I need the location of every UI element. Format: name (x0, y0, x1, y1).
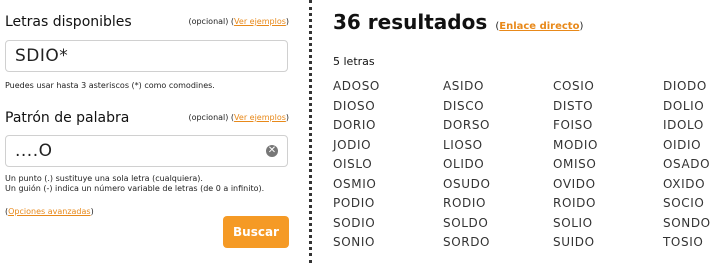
result-word[interactable]: SODIO (333, 216, 443, 236)
result-word[interactable]: OMISO (553, 157, 663, 177)
result-word[interactable]: SOCIO (663, 196, 720, 216)
result-word[interactable]: ADOSO (333, 79, 443, 99)
results-panel: 36 resultados (Enlace directo) 5 letras … (333, 0, 720, 263)
result-word[interactable]: DORIO (333, 118, 443, 138)
clear-icon[interactable]: ✕ (266, 145, 278, 157)
result-word[interactable]: COSIO (553, 79, 663, 99)
result-word[interactable]: DIOSO (333, 99, 443, 119)
divider (309, 0, 312, 263)
result-word[interactable]: RODIO (443, 196, 553, 216)
result-word[interactable]: SORDO (443, 235, 553, 255)
result-word[interactable]: DORSO (443, 118, 553, 138)
result-word[interactable]: OSMIO (333, 177, 443, 197)
result-word[interactable]: OVIDO (553, 177, 663, 197)
result-word[interactable]: SOLIO (553, 216, 663, 236)
result-word[interactable]: ROIDO (553, 196, 663, 216)
letters-optional: (opcional) (Ver ejemplos) (188, 17, 289, 26)
letters-help: Puedes usar hasta 3 asteriscos (*) como … (5, 81, 215, 90)
result-word[interactable]: MODIO (553, 138, 663, 158)
letters-input-value: SDIO* (15, 46, 69, 66)
result-word[interactable]: PODIO (333, 196, 443, 216)
result-word[interactable]: OISLO (333, 157, 443, 177)
search-form: Letras disponibles (opcional) (Ver ejemp… (0, 0, 300, 263)
result-word[interactable]: OSUDO (443, 177, 553, 197)
pattern-optional: (opcional) (Ver ejemplos) (188, 113, 289, 122)
pattern-examples-link[interactable]: Ver ejemplos (234, 113, 286, 122)
direct-link[interactable]: Enlace directo (499, 21, 579, 32)
pattern-header: Patrón de palabra (opcional) (Ver ejempl… (5, 110, 289, 130)
letters-input[interactable]: SDIO* (5, 40, 288, 72)
result-word[interactable]: SONDO (663, 216, 720, 236)
advanced-options-link[interactable]: Opciones avanzadas (8, 207, 90, 216)
word-list: ADOSO ASIDO COSIO DIODO DIOSO DISCO DISTO DOLIO… (333, 79, 720, 255)
result-word[interactable]: TOSIO (663, 235, 720, 255)
letters-title: Letras disponibles (5, 14, 132, 30)
advanced-options: (Opciones avanzadas) (5, 207, 94, 216)
results-header: 36 resultados (Enlace directo) (333, 10, 583, 36)
result-word[interactable]: DISTO (553, 99, 663, 119)
result-word[interactable]: OSADO (663, 157, 720, 177)
result-word[interactable]: LIOSO (443, 138, 553, 158)
result-word[interactable]: OLIDO (443, 157, 553, 177)
result-word[interactable]: FOISO (553, 118, 663, 138)
result-word[interactable]: IDOLO (663, 118, 720, 138)
results-title: 36 resultados (333, 10, 488, 34)
direct-link-wrap: (Enlace directo) (495, 21, 584, 32)
result-word[interactable]: DOLIO (663, 99, 720, 119)
letters-header: Letras disponibles (opcional) (Ver ejemp… (5, 14, 289, 34)
result-word[interactable]: ASIDO (443, 79, 553, 99)
pattern-help-2: Un guión (-) indica un número variable d… (5, 184, 265, 193)
result-word[interactable]: SOLDO (443, 216, 553, 236)
pattern-input[interactable]: ....O ✕ (5, 135, 288, 167)
pattern-input-value: ....O (15, 141, 53, 161)
result-word[interactable]: SONIO (333, 235, 443, 255)
result-word[interactable]: DISCO (443, 99, 553, 119)
letters-examples-link[interactable]: Ver ejemplos (234, 17, 286, 26)
search-button[interactable]: Buscar (223, 216, 289, 248)
result-word[interactable]: DIODO (663, 79, 720, 99)
result-word[interactable]: JODIO (333, 138, 443, 158)
result-word[interactable]: OIDIO (663, 138, 720, 158)
result-word[interactable]: OXIDO (663, 177, 720, 197)
group-label: 5 letras (333, 55, 375, 68)
pattern-help-1: Un punto (.) sustituye una sola letra (c… (5, 174, 203, 183)
result-word[interactable]: SUIDO (553, 235, 663, 255)
pattern-title: Patrón de palabra (5, 110, 130, 126)
